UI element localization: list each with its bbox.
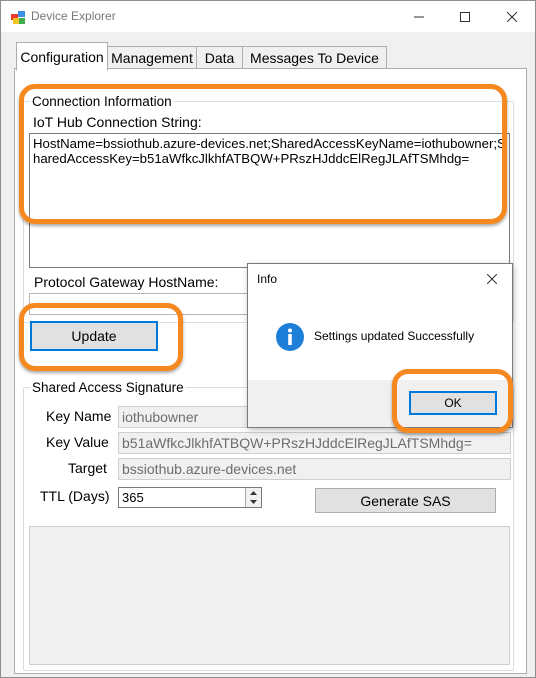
ok-button-label: OK [444, 396, 462, 410]
title-bar[interactable]: Device Explorer [1, 1, 535, 32]
minimize-icon [414, 16, 424, 17]
dialog-close-button[interactable] [480, 268, 504, 290]
sas-legend: Shared Access Signature [30, 380, 186, 395]
ttl-stepper[interactable]: 365 [118, 487, 262, 508]
maximize-icon [460, 11, 470, 22]
dialog-button-bar: OK [248, 380, 512, 427]
key-value-field[interactable] [118, 432, 511, 454]
close-button[interactable] [489, 1, 535, 32]
gateway-hostname-label: Protocol Gateway HostName: [34, 274, 219, 290]
tab-configuration[interactable]: Configuration [16, 42, 108, 71]
window-title: Device Explorer [31, 9, 116, 23]
update-button[interactable]: Update [30, 321, 158, 351]
app-window: Device Explorer Configuration Management… [0, 0, 536, 678]
connection-string-textarea[interactable]: HostName=bssiothub.azure-devices.net;Sha… [29, 133, 510, 268]
app-icon [10, 9, 26, 25]
info-icon [275, 322, 305, 352]
update-button-label: Update [71, 328, 117, 344]
generate-sas-button[interactable]: Generate SAS [315, 488, 496, 513]
key-value-label: Key Value [46, 434, 109, 450]
key-name-label: Key Name [46, 408, 112, 424]
tab-management[interactable]: Management [107, 46, 197, 69]
target-label: Target [68, 460, 107, 476]
tab-label: Data [204, 50, 235, 66]
close-icon [507, 11, 517, 22]
tab-label: Messages To Device [250, 50, 379, 66]
conn-string-label: IoT Hub Connection String: [33, 114, 202, 130]
info-dialog: Info Settings updated Successfully OK [247, 263, 513, 428]
arrow-down-icon [250, 500, 257, 504]
target-field[interactable] [118, 458, 511, 480]
ttl-value: 365 [122, 490, 144, 505]
tab-label: Configuration [20, 48, 104, 65]
tab-messages-to-device[interactable]: Messages To Device [242, 46, 387, 69]
close-icon [487, 274, 497, 284]
tab-label: Management [111, 50, 193, 66]
generate-sas-label: Generate SAS [360, 492, 451, 509]
arrow-up-icon [250, 490, 257, 495]
ttl-decrement-button[interactable] [245, 497, 261, 507]
dialog-message: Settings updated Successfully [314, 329, 475, 343]
ok-button[interactable]: OK [409, 391, 497, 415]
maximize-button[interactable] [442, 1, 488, 32]
dialog-title: Info [257, 272, 278, 286]
minimize-button[interactable] [396, 1, 442, 32]
tab-data[interactable]: Data [196, 46, 243, 69]
sas-output-textarea[interactable] [29, 526, 510, 665]
connection-info-legend: Connection Information [30, 94, 174, 109]
ttl-label: TTL (Days) [40, 488, 110, 504]
